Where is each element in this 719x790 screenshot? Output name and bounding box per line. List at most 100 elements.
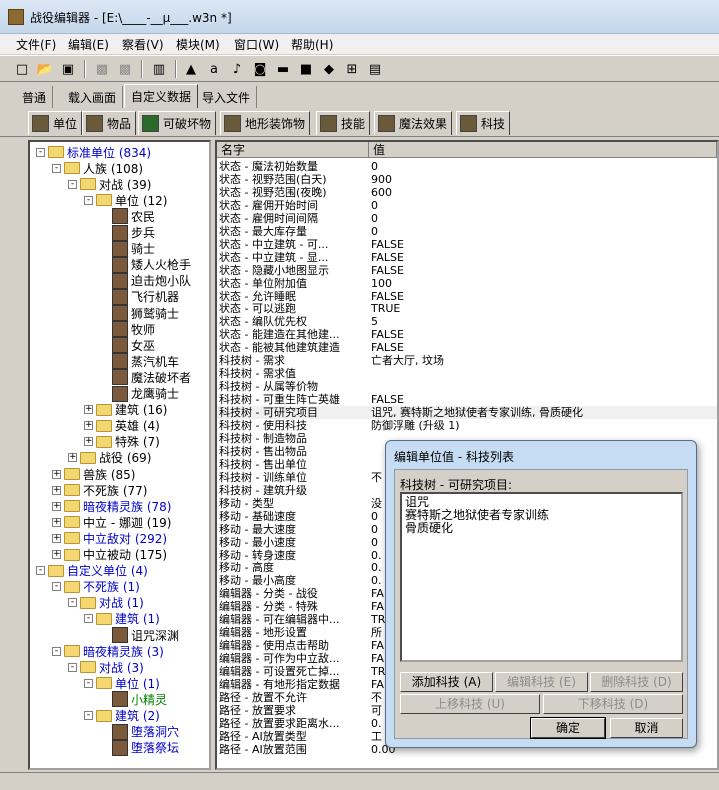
terrain-editor-icon[interactable]: ▲ bbox=[181, 59, 201, 79]
tab-import-files[interactable]: 导入文件 bbox=[196, 86, 258, 108]
expand-icon[interactable]: + bbox=[52, 485, 61, 495]
tree-folder-item[interactable]: + 战役 (69) bbox=[68, 450, 151, 466]
property-row[interactable]: 状态 - 视野范围(白天) 900 bbox=[217, 173, 717, 186]
tree-folder-item[interactable]: + 中立被动 (175) bbox=[52, 547, 167, 563]
tree-unit-item[interactable]: 堕落祭坛 bbox=[112, 739, 179, 756]
collapse-icon[interactable]: - bbox=[68, 598, 77, 608]
tree-unit-item[interactable]: 女巫 bbox=[112, 337, 155, 354]
cancel-button[interactable]: 取消 bbox=[610, 718, 683, 738]
tab-items[interactable]: 物品 bbox=[82, 111, 137, 135]
collapse-icon[interactable]: - bbox=[52, 646, 61, 656]
tab-doodads[interactable]: 地形装饰物 bbox=[220, 111, 311, 135]
tree-folder-item[interactable]: + 中立敌对 (292) bbox=[52, 530, 167, 546]
delete-tech-button[interactable]: 删除科技 (D) bbox=[590, 672, 683, 692]
menu-help[interactable]: 帮助(H) bbox=[291, 36, 333, 53]
expand-icon[interactable]: + bbox=[52, 533, 61, 543]
tree-folder-item[interactable]: + 不死族 (77) bbox=[52, 482, 147, 498]
collapse-icon[interactable]: - bbox=[68, 179, 77, 189]
property-row[interactable]: 状态 - 编队优先权 5 bbox=[217, 315, 717, 328]
add-tech-button[interactable]: 添加科技 (A) bbox=[400, 672, 493, 692]
tree-unit-item[interactable]: 诅咒深渊 bbox=[112, 627, 179, 643]
sound-editor-icon[interactable]: ♪ bbox=[227, 59, 247, 79]
collapse-icon[interactable]: - bbox=[84, 195, 93, 205]
property-row[interactable]: 状态 - 隐藏小地图显示 FALSE bbox=[217, 264, 717, 277]
move-up-button[interactable]: 上移科技 (U) bbox=[400, 694, 540, 714]
tree-folder-item[interactable]: - 单位 (1) bbox=[84, 675, 160, 691]
collapse-icon[interactable]: - bbox=[84, 678, 93, 688]
expand-icon[interactable]: + bbox=[52, 550, 61, 559]
ai-editor-icon[interactable]: ■ bbox=[296, 59, 316, 79]
tree-folder-item[interactable]: - 建筑 (2) bbox=[84, 708, 160, 724]
tree-folder-item[interactable]: + 兽族 (85) bbox=[52, 466, 135, 482]
object-manager-icon[interactable]: ◆ bbox=[319, 59, 339, 79]
property-row[interactable]: 科技树 - 使用科技 防御浮雕 (升级 1) bbox=[217, 419, 717, 432]
tree-folder-item[interactable]: - 标准单位 (834) bbox=[36, 144, 151, 160]
tab-general[interactable]: 普通 bbox=[16, 86, 54, 108]
menu-file[interactable]: 文件(F) bbox=[16, 36, 56, 53]
tab-buffs[interactable]: 魔法效果 bbox=[374, 111, 453, 135]
property-row[interactable]: 科技树 - 从属等价物 bbox=[217, 380, 717, 393]
menu-view[interactable]: 察看(V) bbox=[122, 36, 164, 53]
tree-unit-item[interactable]: 小精灵 bbox=[112, 691, 167, 708]
menu-edit[interactable]: 编辑(E) bbox=[68, 36, 109, 53]
tree-folder-item[interactable]: + 特殊 (7) bbox=[84, 434, 160, 450]
edit-tech-button[interactable]: 编辑科技 (E) bbox=[495, 672, 588, 692]
expand-icon[interactable]: + bbox=[84, 437, 93, 447]
tree-unit-item[interactable]: 堕落洞穴 bbox=[112, 723, 179, 740]
property-row[interactable]: 状态 - 能建造在其他建... FALSE bbox=[217, 328, 717, 341]
ok-button[interactable]: 确定 bbox=[530, 717, 606, 739]
collapse-icon[interactable]: - bbox=[52, 163, 61, 173]
tree-folder-item[interactable]: - 建筑 (1) bbox=[84, 611, 160, 627]
expand-icon[interactable]: + bbox=[52, 501, 61, 511]
move-down-button[interactable]: 下移科技 (D) bbox=[543, 694, 683, 714]
tree-folder-item[interactable]: - 对战 (39) bbox=[68, 176, 151, 192]
tree-unit-item[interactable]: 矮人火枪手 bbox=[112, 256, 191, 273]
tech-list-box[interactable]: 诅咒 赛特斯之地狱使者专家训练 骨质硬化 bbox=[400, 492, 683, 662]
tab-abilities[interactable]: 技能 bbox=[316, 111, 371, 135]
column-header-name[interactable]: 名字 bbox=[217, 142, 369, 158]
tree-folder-item[interactable]: - 对战 (3) bbox=[68, 659, 144, 675]
collapse-icon[interactable]: - bbox=[84, 614, 93, 624]
campaign-editor-icon[interactable]: ▬ bbox=[273, 59, 293, 79]
property-row[interactable]: 状态 - 雇佣开始时间 0 bbox=[217, 199, 717, 212]
object-editor-icon[interactable]: ▥ bbox=[149, 59, 169, 79]
expand-icon[interactable]: + bbox=[52, 469, 61, 479]
tree-folder-item[interactable]: - 人族 (108) bbox=[52, 160, 143, 176]
property-row[interactable]: 状态 - 中立建筑 - 显... FALSE bbox=[217, 251, 717, 264]
property-row[interactable]: 状态 - 中立建筑 - 可... FALSE bbox=[217, 238, 717, 251]
menu-module[interactable]: 模块(M) bbox=[176, 36, 220, 53]
open-folder-icon[interactable]: 📂 bbox=[35, 59, 55, 79]
menu-window[interactable]: 窗口(W) bbox=[234, 36, 279, 53]
tree-unit-item[interactable]: 蒸汽机车 bbox=[112, 353, 179, 370]
tree-unit-item[interactable]: 步兵 bbox=[112, 224, 155, 241]
property-row[interactable]: 科技树 - 可重生阵亡英雄 FALSE bbox=[217, 393, 717, 406]
tab-loading-screen[interactable]: 载入画面 bbox=[62, 86, 124, 108]
tree-unit-item[interactable]: 牧师 bbox=[112, 321, 155, 338]
cut-icon[interactable]: ▩ bbox=[92, 59, 112, 79]
tree-folder-item[interactable]: - 单位 (12) bbox=[84, 192, 167, 208]
property-row[interactable]: 状态 - 最大库存量 0 bbox=[217, 225, 717, 238]
tree-folder-item[interactable]: - 暗夜精灵族 (3) bbox=[52, 643, 164, 659]
property-row[interactable]: 状态 - 允许睡眠 FALSE bbox=[217, 290, 717, 303]
tree-unit-item[interactable]: 迫击炮小队 bbox=[112, 272, 191, 289]
tree-unit-item[interactable]: 骑士 bbox=[112, 240, 155, 257]
tree-unit-item[interactable]: 龙鹰骑士 bbox=[112, 385, 179, 402]
collapse-icon[interactable]: - bbox=[36, 566, 45, 576]
tree-folder-item[interactable]: + 建筑 (16) bbox=[84, 402, 167, 418]
expand-icon[interactable]: + bbox=[84, 405, 93, 415]
tree-unit-item[interactable]: 魔法破坏者 bbox=[112, 369, 191, 386]
property-row[interactable]: 状态 - 能被其他建筑建造 FALSE bbox=[217, 341, 717, 354]
save-icon[interactable]: ▣ bbox=[58, 59, 78, 79]
collapse-icon[interactable]: - bbox=[36, 147, 45, 157]
copy-icon[interactable]: ▩ bbox=[115, 59, 135, 79]
property-row[interactable]: 科技树 - 可研究项目 诅咒, 赛特斯之地狱使者专家训练, 骨质硬化 bbox=[217, 406, 717, 420]
tree-unit-item[interactable]: 飞行机器 bbox=[112, 288, 179, 305]
property-row[interactable]: 状态 - 魔法初始数量 0 bbox=[217, 160, 717, 173]
tree-unit-item[interactable]: 狮鹫骑士 bbox=[112, 305, 179, 321]
tab-upgrades[interactable]: 科技 bbox=[456, 111, 511, 135]
column-header-value[interactable]: 值 bbox=[369, 142, 717, 158]
property-row[interactable]: 科技树 - 需求值 bbox=[217, 367, 717, 380]
property-row[interactable]: 科技树 - 需求 亡者大厅, 坟场 bbox=[217, 354, 717, 367]
import-manager-icon[interactable]: ⊞ bbox=[342, 59, 362, 79]
trigger-editor-icon[interactable]: a bbox=[204, 59, 224, 79]
